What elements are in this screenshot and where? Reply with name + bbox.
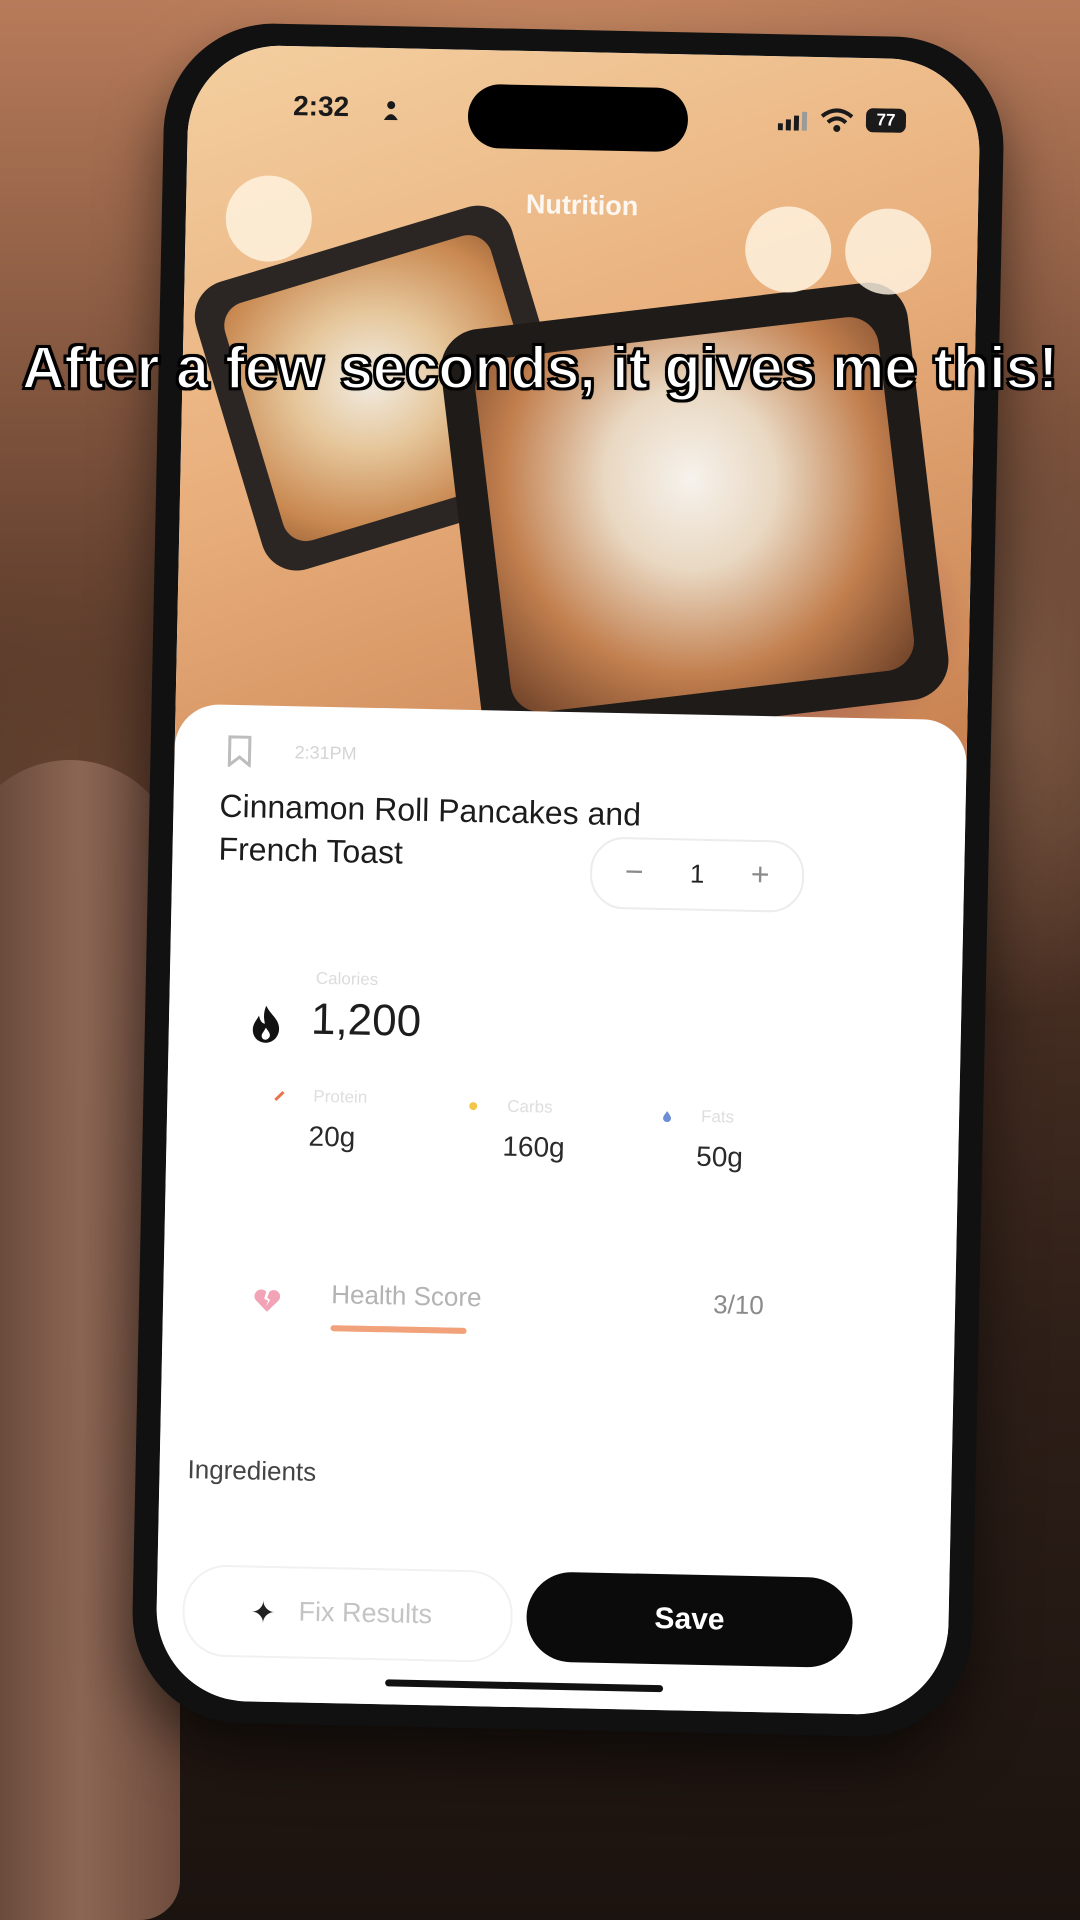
flame-icon bbox=[252, 1005, 280, 1043]
health-score-value: 3/10 bbox=[712, 1289, 765, 1321]
save-button[interactable]: Save bbox=[525, 1571, 854, 1669]
health-score-fill bbox=[330, 1325, 467, 1334]
calories-label: Calories bbox=[315, 968, 379, 990]
health-score-label: Health Score bbox=[330, 1279, 482, 1313]
dynamic-island bbox=[467, 83, 689, 153]
battery-indicator: 77 bbox=[865, 108, 907, 133]
bookmark-icon[interactable] bbox=[226, 735, 253, 768]
phone-frame: 2:32 77 Nutrition 2:31PM Cinnamon Roll P… bbox=[130, 21, 1006, 1739]
quantity-value: 1 bbox=[689, 858, 705, 889]
person-icon bbox=[383, 101, 398, 121]
macro-label: Fats bbox=[700, 1106, 735, 1127]
macro-carbs: Carbs 160g bbox=[467, 1096, 647, 1163]
macro-value: 20g bbox=[308, 1120, 356, 1153]
macro-value: 160g bbox=[502, 1130, 566, 1163]
sparkle-icon: ✦ bbox=[250, 1596, 277, 1631]
increase-button[interactable]: + bbox=[740, 854, 781, 895]
food-photo bbox=[174, 43, 982, 781]
log-time: 2:31PM bbox=[294, 742, 357, 764]
carbs-icon bbox=[469, 1102, 478, 1111]
decrease-button[interactable]: − bbox=[614, 851, 655, 892]
signal-icon bbox=[777, 111, 808, 131]
wifi-icon bbox=[820, 108, 854, 132]
macro-label: Protein bbox=[313, 1086, 368, 1107]
macro-fats: Fats 50g bbox=[661, 1106, 841, 1173]
calories-value: 1,200 bbox=[310, 994, 422, 1046]
protein-icon bbox=[274, 1091, 285, 1102]
ingredients-heading[interactable]: Ingredients bbox=[187, 1454, 316, 1488]
home-indicator[interactable] bbox=[385, 1679, 664, 1693]
health-score-bar bbox=[330, 1325, 467, 1334]
phone-screen: 2:32 77 Nutrition 2:31PM Cinnamon Roll P… bbox=[154, 43, 982, 1717]
broken-heart-icon bbox=[254, 1289, 281, 1312]
status-time: 2:32 bbox=[292, 90, 350, 123]
quantity-stepper: − 1 + bbox=[589, 836, 805, 913]
video-caption: After a few seconds, it gives me this! bbox=[21, 334, 1059, 402]
fix-results-label: Fix Results bbox=[298, 1596, 433, 1630]
macro-value: 50g bbox=[695, 1140, 744, 1173]
nutrition-card: 2:31PM Cinnamon Roll Pancakes and French… bbox=[154, 703, 968, 1717]
fats-icon bbox=[663, 1111, 672, 1123]
macro-label: Carbs bbox=[507, 1096, 553, 1117]
macro-protein: Protein 20g bbox=[274, 1086, 454, 1153]
fix-results-button[interactable]: ✦ Fix Results bbox=[181, 1564, 514, 1663]
